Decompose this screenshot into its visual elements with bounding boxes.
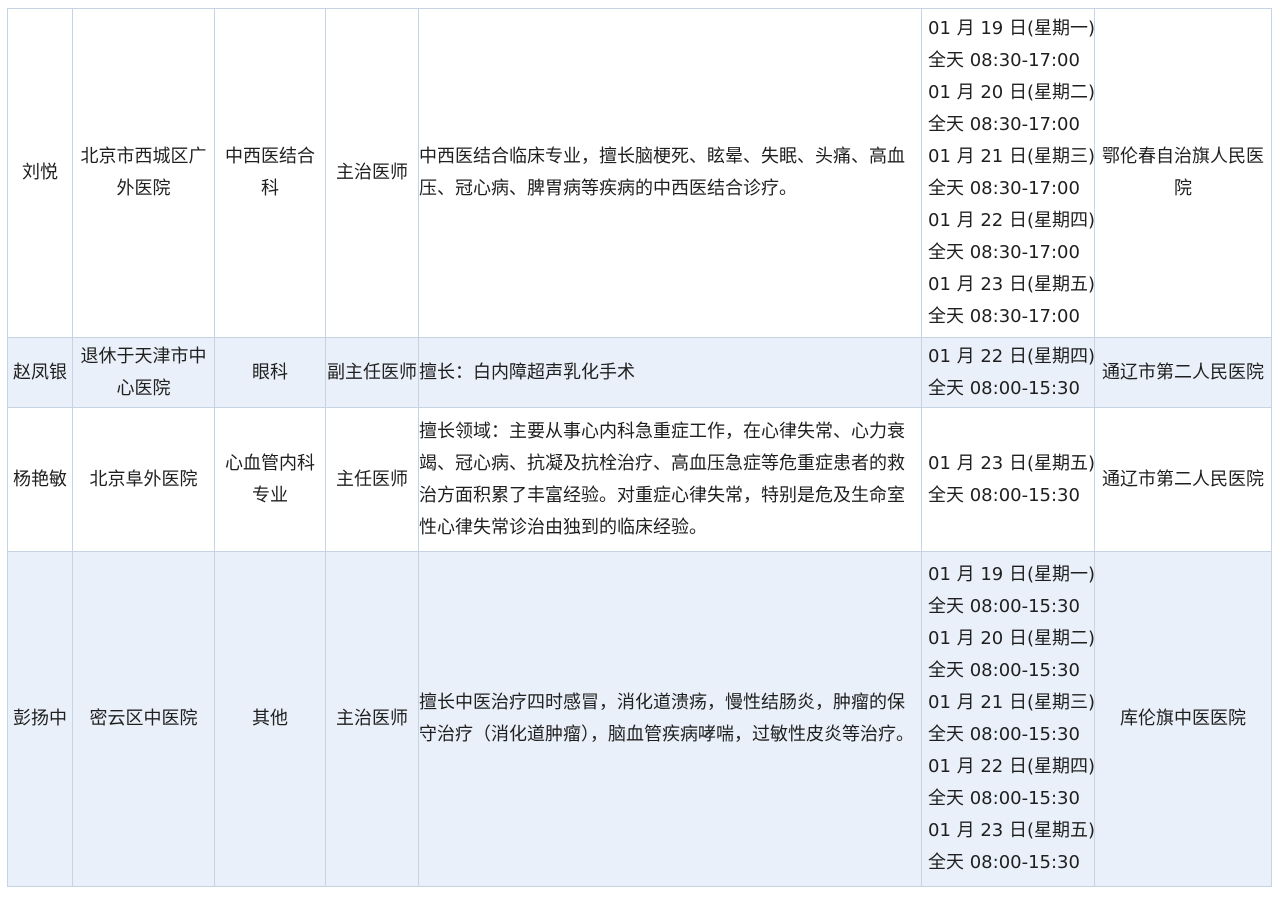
doctor-title: 副主任医师: [327, 361, 417, 383]
doctor-name-cell: 刘悦: [7, 8, 73, 338]
title-cell: 主治医师: [325, 551, 419, 887]
doctor-name-cell: 彭扬中: [7, 551, 73, 887]
specialty-cell: 擅长领域：主要从事心内科急重症工作，在心律失常、心力衰竭、冠心病、抗凝及抗栓治疗…: [418, 407, 922, 552]
destination-cell: 库伦旗中医医院: [1094, 551, 1272, 887]
schedule-time: 全天 08:00-15:30: [928, 484, 1080, 506]
schedule-cell: 01 月 19 日(星期一) 全天 08:30-17:00 01 月 20 日(…: [921, 8, 1095, 338]
department: 中西医结合科: [225, 146, 315, 199]
specialty: 中西医结合临床专业，擅长脑梗死、眩晕、失眠、头痛、高血压、冠心病、脾胃病等疾病的…: [419, 146, 906, 199]
hospital-cell: 北京阜外医院: [72, 407, 215, 552]
schedule-time: 全天 08:00-15:30: [928, 377, 1080, 399]
department: 眼科: [252, 361, 288, 383]
schedule-date: 01 月 19 日(星期一): [928, 564, 1095, 585]
hospital: 北京阜外医院: [89, 468, 198, 490]
schedule-time: 全天 08:00-15:30: [928, 596, 1080, 617]
schedule-date: 01 月 23 日(星期五): [928, 820, 1095, 841]
schedule-date: 01 月 19 日(星期一): [928, 18, 1095, 39]
destination-hospital: 鄂伦春自治旗人民医院: [1102, 146, 1264, 199]
doctor-title: 主治医师: [336, 708, 408, 729]
specialty: 擅长中医治疗四时感冒，消化道溃疡，慢性结肠炎，肿瘤的保守治疗（消化道肿瘤），脑血…: [419, 692, 915, 745]
table-row: 杨艳敏 北京阜外医院 心血管内科专业 主任医师 擅长领域：主要从事心内科急重症工…: [7, 407, 1272, 552]
department: 心血管内科专业: [225, 452, 315, 506]
doctor-name: 彭扬中: [13, 708, 67, 729]
hospital-cell: 密云区中医院: [72, 551, 215, 887]
hospital: 密云区中医院: [89, 708, 198, 729]
doctor-schedule-table: 刘悦 北京市西城区广外医院 中西医结合科 主治医师 中西医结合临床专业，擅长脑梗…: [7, 8, 1272, 887]
schedule-time: 全天 08:00-15:30: [928, 660, 1080, 681]
schedule-date: 01 月 22 日(星期四): [928, 345, 1095, 367]
doctor-name-cell: 杨艳敏: [7, 407, 73, 552]
specialty-cell: 擅长中医治疗四时感冒，消化道溃疡，慢性结肠炎，肿瘤的保守治疗（消化道肿瘤），脑血…: [418, 551, 922, 887]
schedule-date: 01 月 23 日(星期五): [928, 452, 1095, 474]
table-row: 赵凤银 退休于天津市中心医院 眼科 副主任医师 擅长：白内障超声乳化手术 01 …: [7, 337, 1272, 408]
page: 刘悦 北京市西城区广外医院 中西医结合科 主治医师 中西医结合临床专业，擅长脑梗…: [0, 0, 1280, 905]
specialty-cell: 擅长：白内障超声乳化手术: [418, 337, 922, 408]
title-cell: 副主任医师: [325, 337, 419, 408]
schedule-date: 01 月 20 日(星期二): [928, 628, 1095, 649]
schedule-time: 全天 08:30-17:00: [928, 178, 1080, 199]
hospital: 北京市西城区广外医院: [80, 146, 207, 199]
schedule-date: 01 月 21 日(星期三): [928, 692, 1095, 713]
doctor-title: 主任医师: [336, 468, 408, 490]
schedule-date: 01 月 21 日(星期三): [928, 146, 1095, 167]
doctor-name-cell: 赵凤银: [7, 337, 73, 408]
hospital-cell: 北京市西城区广外医院: [72, 8, 215, 338]
department-cell: 心血管内科专业: [214, 407, 326, 552]
specialty-cell: 中西医结合临床专业，擅长脑梗死、眩晕、失眠、头痛、高血压、冠心病、脾胃病等疾病的…: [418, 8, 922, 338]
schedule-date: 01 月 22 日(星期四): [928, 756, 1095, 777]
schedule-date: 01 月 23 日(星期五): [928, 274, 1095, 295]
department-cell: 中西医结合科: [214, 8, 326, 338]
hospital-cell: 退休于天津市中心医院: [72, 337, 215, 408]
destination-hospital: 通辽市第二人民医院: [1102, 361, 1264, 383]
schedule-date: 01 月 20 日(星期二): [928, 82, 1095, 103]
doctor-name: 杨艳敏: [13, 468, 67, 490]
schedule-cell: 01 月 22 日(星期四) 全天 08:00-15:30: [921, 337, 1095, 408]
department-cell: 眼科: [214, 337, 326, 408]
doctor-name: 赵凤银: [13, 361, 67, 383]
schedule-time: 全天 08:30-17:00: [928, 50, 1080, 71]
destination-cell: 通辽市第二人民医院: [1094, 337, 1272, 408]
schedule-time: 全天 08:30-17:00: [928, 306, 1080, 327]
schedule-date: 01 月 22 日(星期四): [928, 210, 1095, 231]
table-row: 刘悦 北京市西城区广外医院 中西医结合科 主治医师 中西医结合临床专业，擅长脑梗…: [7, 8, 1272, 338]
schedule-time: 全天 08:30-17:00: [928, 242, 1080, 263]
specialty: 擅长：白内障超声乳化手术: [419, 361, 636, 383]
destination-hospital: 通辽市第二人民医院: [1102, 468, 1264, 490]
specialty: 擅长领域：主要从事心内科急重症工作，在心律失常、心力衰竭、冠心病、抗凝及抗栓治疗…: [419, 420, 906, 538]
schedule-cell: 01 月 19 日(星期一) 全天 08:00-15:30 01 月 20 日(…: [921, 551, 1095, 887]
department-cell: 其他: [214, 551, 326, 887]
destination-cell: 通辽市第二人民医院: [1094, 407, 1272, 552]
destination-hospital: 库伦旗中医医院: [1120, 708, 1246, 729]
destination-cell: 鄂伦春自治旗人民医院: [1094, 8, 1272, 338]
doctor-name: 刘悦: [22, 162, 58, 183]
hospital: 退休于天津市中心医院: [80, 345, 207, 399]
doctor-title: 主治医师: [336, 162, 408, 183]
department: 其他: [252, 708, 288, 729]
schedule-cell: 01 月 23 日(星期五) 全天 08:00-15:30: [921, 407, 1095, 552]
title-cell: 主任医师: [325, 407, 419, 552]
table-row: 彭扬中 密云区中医院 其他 主治医师 擅长中医治疗四时感冒，消化道溃疡，慢性结肠…: [7, 551, 1272, 887]
schedule-time: 全天 08:30-17:00: [928, 114, 1080, 135]
schedule-time: 全天 08:00-15:30: [928, 852, 1080, 873]
schedule-time: 全天 08:00-15:30: [928, 788, 1080, 809]
title-cell: 主治医师: [325, 8, 419, 338]
schedule-time: 全天 08:00-15:30: [928, 724, 1080, 745]
